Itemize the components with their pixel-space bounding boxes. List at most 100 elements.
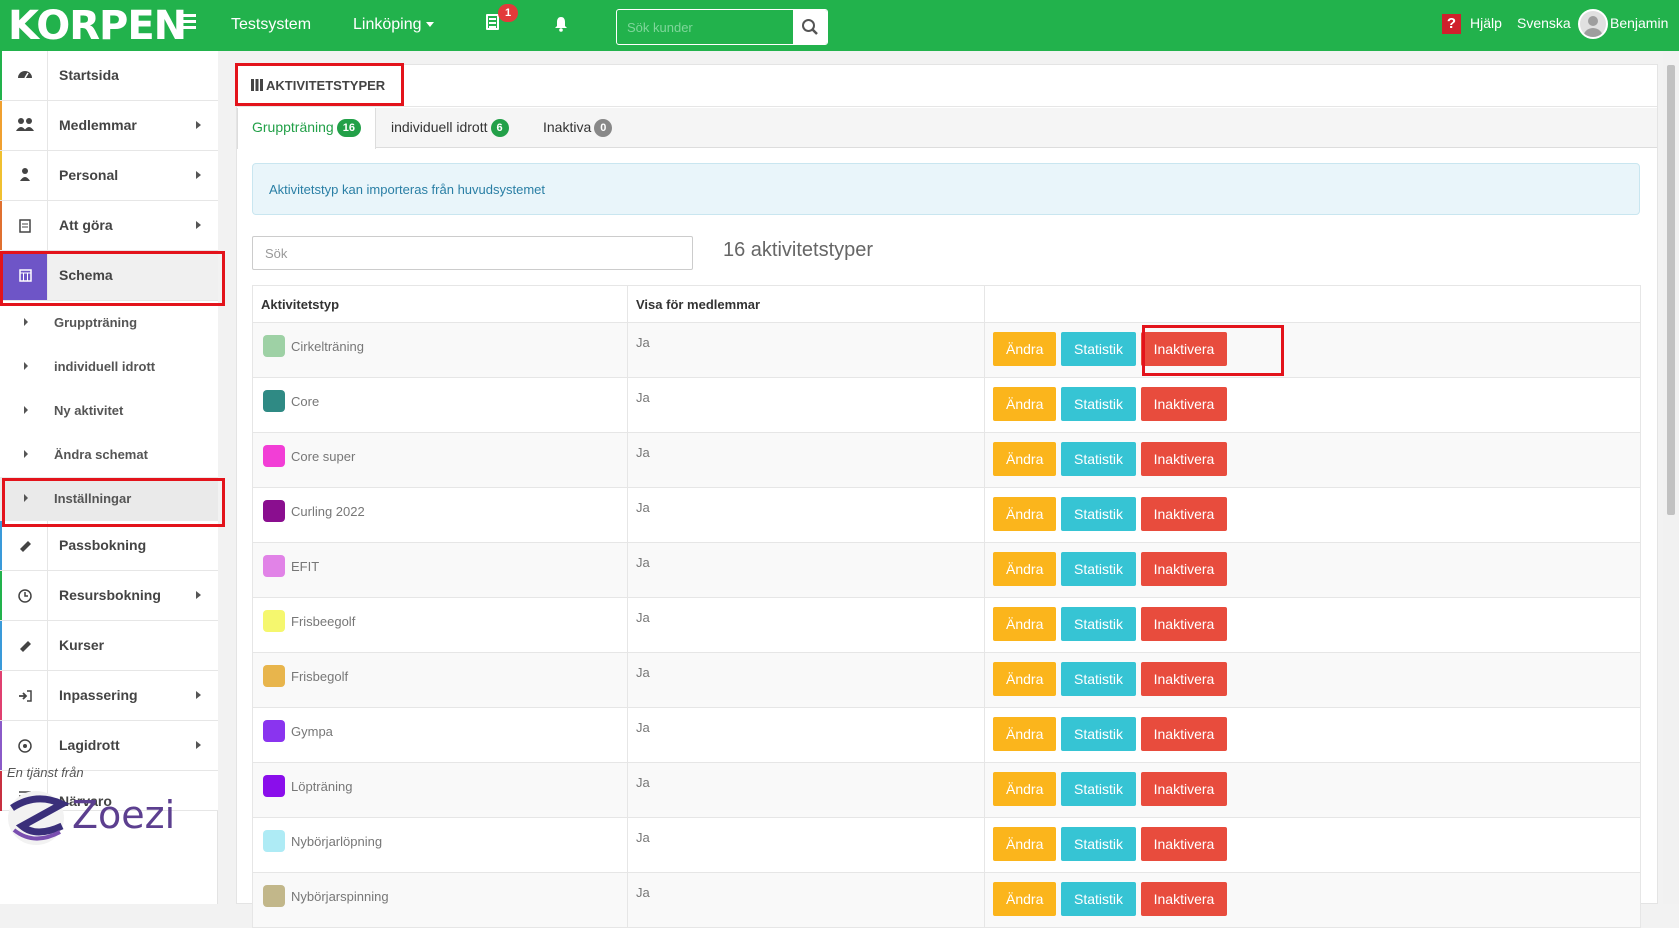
help-icon[interactable]: ?: [1442, 14, 1461, 34]
sidebar-item-label: Inpassering: [59, 687, 138, 703]
sidebar-item-personal[interactable]: Personal: [0, 151, 218, 201]
count-badge: 6: [490, 119, 509, 137]
customer-search-input[interactable]: [617, 10, 793, 44]
scrollbar-thumb[interactable]: [1667, 65, 1675, 515]
sidebar-item-medlemmar[interactable]: Medlemmar: [0, 101, 218, 151]
sidebar-item-passbokning[interactable]: Passbokning: [0, 521, 218, 571]
search-button[interactable]: [793, 10, 827, 44]
edit-button[interactable]: Ändra: [993, 882, 1057, 916]
sidebar-item-startsida[interactable]: Startsida: [0, 51, 218, 101]
color-swatch: [263, 665, 285, 687]
caret-right-icon: [24, 362, 28, 370]
edit-button[interactable]: Ändra: [993, 717, 1057, 751]
deactivate-button[interactable]: Inaktivera: [1140, 442, 1228, 476]
edit-button[interactable]: Ändra: [993, 662, 1057, 696]
statistics-button[interactable]: Statistik: [1060, 827, 1136, 861]
table-row: Nybörjarlöpning Ja Ändra Statistik Inaktiv…: [252, 817, 1641, 873]
caret-right-icon: [24, 494, 28, 502]
actions-cell: Ändra Statistik Inaktivera: [984, 322, 1641, 378]
menu-toggle-icon[interactable]: [178, 14, 196, 32]
statistics-button[interactable]: Statistik: [1060, 387, 1136, 421]
visible-cell: Ja: [627, 487, 985, 543]
deactivate-button[interactable]: Inaktivera: [1140, 772, 1228, 806]
tab-inaktiva[interactable]: Inaktiva 0: [529, 108, 626, 148]
deactivate-button[interactable]: Inaktivera: [1140, 497, 1228, 531]
deactivate-button[interactable]: Inaktivera: [1140, 717, 1228, 751]
sidebar-item-kurser[interactable]: Kurser: [0, 621, 218, 671]
edit-button[interactable]: Ändra: [993, 552, 1057, 586]
submenu-item-ny-aktivitet[interactable]: Ny aktivitet: [0, 389, 218, 433]
activity-type-cell: Nybörjarlöpning: [252, 817, 628, 873]
statistics-button[interactable]: Statistik: [1060, 882, 1136, 916]
deactivate-button[interactable]: Inaktivera: [1140, 552, 1228, 586]
edit-button[interactable]: Ändra: [993, 827, 1057, 861]
actions-cell: Ändra Statistik Inaktivera: [984, 652, 1641, 708]
table-row: Curling 2022 Ja Ändra Statistik Inaktivera: [252, 487, 1641, 543]
korpen-logo[interactable]: KORPEN: [8, 4, 187, 48]
tab-label: Gruppträning: [252, 119, 334, 135]
submenu-item-installningar[interactable]: Inställningar: [0, 477, 218, 521]
sidebar-item-resursbokning[interactable]: Resursbokning: [0, 571, 218, 621]
sidebar-item-label: Resursbokning: [59, 587, 161, 603]
chevron-right-icon: [196, 121, 201, 129]
statistics-button[interactable]: Statistik: [1060, 552, 1136, 586]
submenu-item-gripptraning[interactable]: Gruppträning: [0, 301, 218, 345]
calendar-icon: [19, 269, 32, 282]
statistics-button[interactable]: Statistik: [1060, 717, 1136, 751]
statistics-button[interactable]: Statistik: [1060, 332, 1136, 366]
activity-name: Nybörjarlöpning: [291, 834, 383, 849]
color-swatch: [263, 390, 285, 412]
tab-gripptraning[interactable]: Gruppträning 16: [237, 108, 376, 149]
edit-button[interactable]: Ändra: [993, 497, 1057, 531]
deactivate-button[interactable]: Inaktivera: [1140, 607, 1228, 641]
tasks-icon[interactable]: [486, 14, 499, 30]
location-dropdown[interactable]: Linköping: [353, 16, 434, 34]
language-selector[interactable]: Svenska: [1517, 15, 1571, 31]
edit-button[interactable]: Ändra: [993, 772, 1057, 806]
page-scrollbar[interactable]: [1663, 51, 1679, 904]
deactivate-button[interactable]: Inaktivera: [1140, 882, 1228, 916]
activity-type-cell: Gympa: [252, 707, 628, 763]
system-name[interactable]: Testsystem: [231, 16, 311, 34]
chevron-right-icon: [196, 691, 201, 699]
color-swatch: [263, 335, 285, 357]
tab-individuell-idrott[interactable]: individuell idrott 6: [377, 108, 523, 148]
sidebar-item-label: Personal: [59, 167, 119, 183]
edit-button[interactable]: Ändra: [993, 332, 1057, 366]
chevron-right-icon: [196, 171, 201, 179]
column-header: [984, 285, 1641, 323]
activity-name: Core super: [291, 449, 356, 464]
visible-cell: Ja: [627, 597, 985, 653]
sidebar-item-schema[interactable]: Schema: [0, 251, 218, 301]
statistics-button[interactable]: Statistik: [1060, 497, 1136, 531]
bell-icon[interactable]: [554, 16, 568, 32]
statistics-button[interactable]: Statistik: [1060, 442, 1136, 476]
sidebar-item-inpassering[interactable]: Inpassering: [0, 671, 218, 721]
ticket-icon: [20, 541, 31, 552]
activity-search-input[interactable]: [252, 236, 693, 270]
edit-button[interactable]: Ändra: [993, 442, 1057, 476]
submenu-item-andra-schemat[interactable]: Ändra schemat: [0, 433, 218, 477]
user-avatar[interactable]: [1578, 9, 1608, 39]
color-swatch: [263, 500, 285, 522]
deactivate-button[interactable]: Inaktivera: [1140, 662, 1228, 696]
deactivate-button[interactable]: Inaktivera: [1140, 827, 1228, 861]
user-name[interactable]: Benjamin: [1610, 15, 1668, 31]
sidebar-item-att-gora[interactable]: Att göra: [0, 201, 218, 251]
tab-label: individuell idrott: [391, 119, 488, 135]
deactivate-button[interactable]: Inaktivera: [1140, 387, 1228, 421]
notification-badge: 1: [498, 4, 518, 22]
actions-cell: Ändra Statistik Inaktivera: [984, 487, 1641, 543]
grid-icon: [251, 79, 263, 91]
submenu-item-individuell-idrott[interactable]: individuell idrott: [0, 345, 218, 389]
statistics-button[interactable]: Statistik: [1060, 662, 1136, 696]
statistics-button[interactable]: Statistik: [1060, 607, 1136, 641]
edit-button[interactable]: Ändra: [993, 387, 1057, 421]
deactivate-button[interactable]: Inaktivera: [1140, 332, 1228, 366]
sidebar-item-lagidrott[interactable]: Lagidrott: [0, 721, 218, 771]
help-link[interactable]: Hjälp: [1470, 15, 1502, 31]
statistics-button[interactable]: Statistik: [1060, 772, 1136, 806]
visible-cell: Ja: [627, 817, 985, 873]
submenu-item-label: Ny aktivitet: [54, 403, 124, 418]
edit-button[interactable]: Ändra: [993, 607, 1057, 641]
